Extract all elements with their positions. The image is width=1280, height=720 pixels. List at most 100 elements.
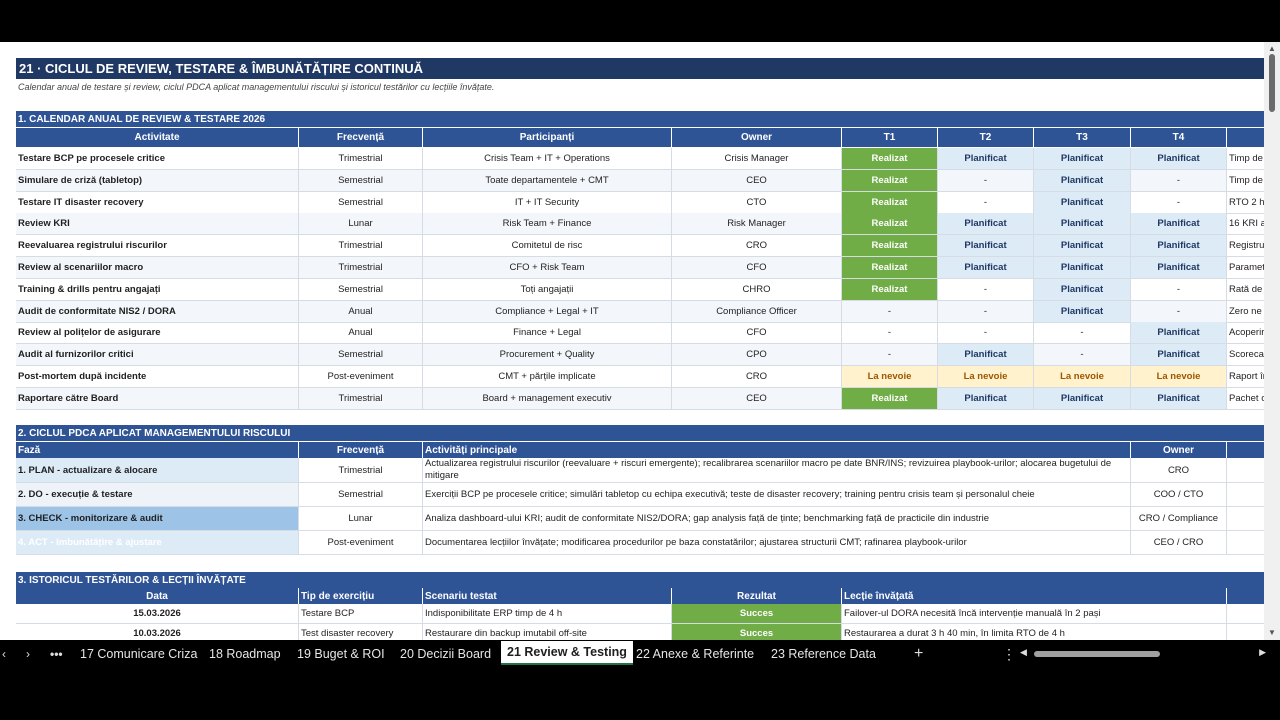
scroll-left-icon[interactable]: ◀ xyxy=(1020,647,1027,658)
pdca-header-0[interactable]: Fază xyxy=(16,442,299,458)
vertical-ellipsis-icon[interactable]: ⋮ xyxy=(1002,640,1016,668)
table-cell[interactable]: CFO xyxy=(672,322,842,345)
column-header-participan-i[interactable]: Participanți xyxy=(423,128,672,147)
table-cell[interactable]: La nevoie xyxy=(1034,366,1131,388)
table-cell[interactable]: - xyxy=(1034,322,1131,345)
table-cell[interactable]: Exerciții BCP pe procesele critice; simu… xyxy=(423,483,1131,507)
table-cell[interactable]: La nevoie xyxy=(1131,366,1227,388)
table-cell[interactable]: - xyxy=(938,300,1034,323)
table-cell[interactable]: Succes xyxy=(672,624,842,640)
history-header-1[interactable]: Tip de exercițiu xyxy=(299,588,423,604)
table-cell[interactable]: Realizat xyxy=(842,213,938,236)
scroll-right-icon[interactable]: ▶ xyxy=(1259,647,1266,658)
table-cell[interactable]: Semestrial xyxy=(299,169,423,192)
table-cell[interactable]: Restaurarea a durat 3 h 40 min, în limit… xyxy=(842,624,1227,640)
table-cell[interactable]: - xyxy=(1131,191,1227,214)
table-cell[interactable]: - xyxy=(1034,344,1131,367)
table-cell[interactable]: - xyxy=(842,300,938,323)
vertical-scrollbar[interactable]: ▲ ▼ xyxy=(1264,42,1280,640)
table-cell[interactable]: Toți angajații xyxy=(423,278,672,301)
table-cell[interactable]: Timp de xyxy=(1227,170,1264,192)
table-cell[interactable]: COO / CTO xyxy=(1131,483,1227,507)
table-cell[interactable]: Planificat xyxy=(1131,344,1227,367)
table-cell[interactable]: Planificat xyxy=(1034,213,1131,236)
horizontal-scrollbar[interactable]: ◀ ▶ xyxy=(1020,647,1266,659)
table-cell[interactable]: Planificat xyxy=(1034,169,1131,192)
table-cell[interactable]: - xyxy=(842,344,938,367)
table-cell[interactable]: Toate departamentele + CMT xyxy=(423,169,672,192)
activity-name[interactable]: Testare BCP pe procesele critice xyxy=(16,148,299,170)
table-cell[interactable]: Testare BCP xyxy=(299,604,423,624)
table-cell[interactable]: - xyxy=(938,322,1034,345)
sheet-tab[interactable]: 22 Anexe & Referinte xyxy=(636,640,754,668)
table-cell[interactable]: Risk Team + Finance xyxy=(423,213,672,236)
table-cell[interactable]: La nevoie xyxy=(938,366,1034,388)
table-cell-empty[interactable] xyxy=(1227,507,1264,531)
table-cell[interactable]: Realizat xyxy=(842,257,938,279)
sheet-tab[interactable]: 20 Decizii Board xyxy=(400,640,491,668)
table-cell[interactable]: Compliance Officer xyxy=(672,300,842,323)
table-cell[interactable]: Planificat xyxy=(938,148,1034,170)
table-cell[interactable]: Semestrial xyxy=(299,278,423,301)
table-cell[interactable]: Planificat xyxy=(1034,191,1131,214)
table-cell[interactable]: Planificat xyxy=(938,344,1034,367)
column-header-extra[interactable] xyxy=(1227,128,1264,147)
table-cell[interactable]: Succes xyxy=(672,604,842,624)
scroll-down-icon[interactable]: ▼ xyxy=(1268,629,1276,637)
table-cell-empty[interactable] xyxy=(1227,483,1264,507)
table-cell[interactable]: Registru xyxy=(1227,235,1264,258)
history-header-0[interactable]: Data xyxy=(16,588,299,604)
column-header-t1[interactable]: T1 xyxy=(842,128,938,147)
table-cell[interactable]: CEO / CRO xyxy=(1131,531,1227,555)
pdca-header-2[interactable]: Activități principale xyxy=(423,442,1131,458)
table-cell[interactable]: Planificat xyxy=(938,257,1034,279)
activity-name[interactable]: Post-mortem după incidente xyxy=(16,366,299,388)
history-header-3[interactable]: Rezultat xyxy=(672,588,842,604)
activity-name[interactable]: Review al polițelor de asigurare xyxy=(16,322,299,345)
table-cell[interactable]: Crisis Team + IT + Operations xyxy=(423,148,672,170)
table-cell-empty[interactable] xyxy=(1227,458,1264,483)
table-cell[interactable]: CHRO xyxy=(672,278,842,301)
table-cell[interactable]: Trimestrial xyxy=(299,257,423,279)
table-cell[interactable]: - xyxy=(1131,169,1227,192)
table-cell[interactable]: - xyxy=(842,322,938,345)
table-cell[interactable]: IT + IT Security xyxy=(423,191,672,214)
activity-name[interactable]: Review al scenariilor macro xyxy=(16,257,299,279)
table-cell[interactable]: Anual xyxy=(299,300,423,323)
table-cell[interactable]: Acoperir xyxy=(1227,322,1264,345)
table-cell[interactable]: Planificat xyxy=(938,387,1034,410)
table-cell[interactable]: Board + management executiv xyxy=(423,387,672,410)
table-cell[interactable]: Planificat xyxy=(1034,300,1131,323)
activity-name[interactable]: Simulare de criză (tabletop) xyxy=(16,169,299,192)
table-cell[interactable]: Finance + Legal xyxy=(423,322,672,345)
activity-name[interactable]: Testare IT disaster recovery xyxy=(16,191,299,214)
table-cell[interactable]: Timp de xyxy=(1227,148,1264,170)
table-cell[interactable]: Realizat xyxy=(842,278,938,301)
table-cell[interactable]: 10.03.2026 xyxy=(16,624,299,640)
column-header-owner[interactable]: Owner xyxy=(672,128,842,147)
table-cell[interactable]: Zero ne xyxy=(1227,301,1264,323)
table-cell[interactable]: La nevoie xyxy=(842,366,938,388)
table-cell[interactable]: Crisis Manager xyxy=(672,148,842,170)
table-cell[interactable]: Planificat xyxy=(1034,387,1131,410)
table-cell[interactable]: Raport în xyxy=(1227,366,1264,388)
table-cell[interactable]: Analiza dashboard-ului KRI; audit de con… xyxy=(423,507,1131,531)
table-cell[interactable]: Planificat xyxy=(938,235,1034,258)
table-cell[interactable]: Anual xyxy=(299,322,423,345)
table-cell[interactable]: Test disaster recovery xyxy=(299,624,423,640)
table-cell[interactable]: Restaurare din backup imutabil off-site xyxy=(423,624,672,640)
chevron-left-icon[interactable]: ‹ xyxy=(2,640,6,668)
table-cell[interactable]: Planificat xyxy=(1034,148,1131,170)
table-cell[interactable]: CFO xyxy=(672,257,842,279)
chevron-right-icon[interactable]: › xyxy=(26,640,30,668)
table-cell[interactable]: Realizat xyxy=(842,191,938,214)
table-cell[interactable]: CRO xyxy=(672,235,842,258)
sheet-tab[interactable]: 18 Roadmap xyxy=(209,640,281,668)
table-cell[interactable]: Realizat xyxy=(842,169,938,192)
table-cell[interactable]: 16 KRI a xyxy=(1227,213,1264,236)
column-header-t2[interactable]: T2 xyxy=(938,128,1034,147)
table-cell[interactable]: CRO / Compliance xyxy=(1131,507,1227,531)
table-cell[interactable]: Paramet xyxy=(1227,257,1264,279)
table-cell[interactable]: Indisponibilitate ERP timp de 4 h xyxy=(423,604,672,624)
table-cell[interactable]: Pachet c xyxy=(1227,388,1264,410)
